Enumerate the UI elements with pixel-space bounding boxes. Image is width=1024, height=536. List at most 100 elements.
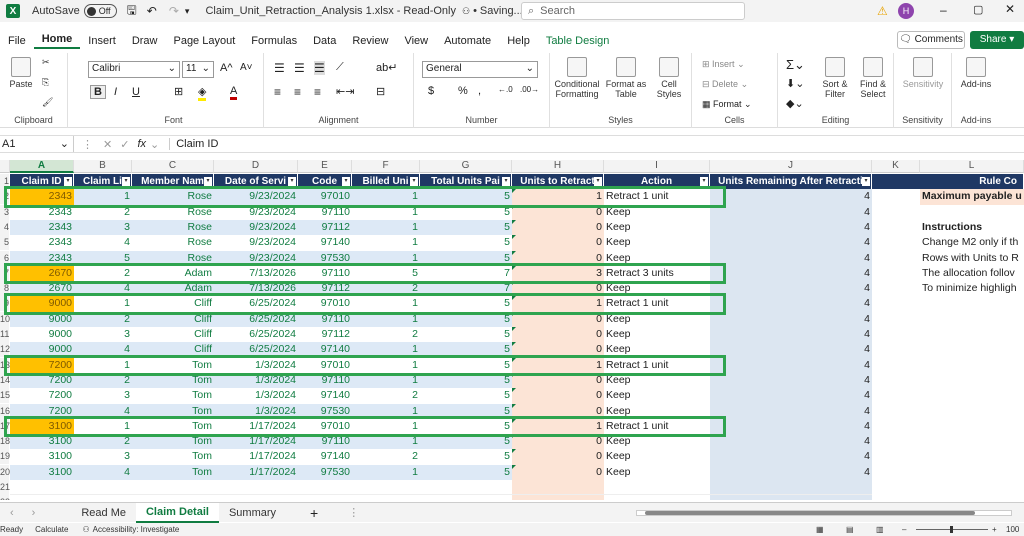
table-cell[interactable]: 4 — [710, 205, 872, 220]
table-cell[interactable]: Adam — [132, 266, 214, 281]
row-header[interactable]: 13 — [0, 357, 10, 373]
column-header-I[interactable]: I — [604, 160, 710, 173]
table-cell[interactable]: Adam — [132, 281, 214, 297]
table-cell[interactable]: Rose — [132, 219, 214, 236]
table-cell[interactable]: 5 — [420, 372, 512, 389]
table-cell[interactable]: 9/23/2024 — [214, 235, 298, 250]
percent-icon[interactable]: % — [458, 85, 468, 97]
avatar[interactable]: H — [898, 3, 914, 19]
table-cell[interactable]: 1 — [352, 403, 420, 419]
table-cell[interactable]: 5 — [420, 449, 512, 464]
table-cell[interactable]: 4 — [710, 189, 872, 204]
table-cell[interactable]: Tom — [132, 464, 214, 480]
table-cell[interactable]: Keep — [604, 449, 710, 464]
table-cell[interactable]: 9/23/2024 — [214, 250, 298, 266]
table-cell[interactable]: 6/25/2024 — [214, 311, 298, 327]
table-cell[interactable]: Retract 1 unit — [604, 419, 710, 434]
cell-styles-button[interactable]: Cell Styles — [650, 57, 688, 99]
column-header-A[interactable]: A — [10, 160, 74, 173]
row-header[interactable]: 22 — [0, 495, 10, 500]
align-left-icon[interactable]: ≡ — [274, 85, 281, 99]
table-cell[interactable]: 4 — [710, 327, 872, 342]
table-cell[interactable]: 0 — [512, 205, 604, 220]
table-cell[interactable]: 1 — [352, 189, 420, 205]
table-cell[interactable]: 2 — [74, 434, 132, 450]
table-cell[interactable]: 5 — [420, 205, 512, 220]
table-cell[interactable]: Tom — [132, 372, 214, 389]
table-cell[interactable]: 1 — [512, 419, 604, 434]
table-cell[interactable]: 1 — [74, 189, 132, 205]
table-cell[interactable]: 3100 — [10, 464, 74, 480]
borders-icon[interactable]: ⊞ — [174, 85, 183, 98]
column-header-K[interactable]: K — [872, 160, 920, 173]
table-cell[interactable]: 97140 — [298, 235, 352, 250]
align-center-icon[interactable]: ≡ — [294, 85, 301, 99]
filter-dropdown-icon[interactable]: ▾ — [64, 177, 72, 186]
table-cell[interactable]: 2 — [74, 372, 132, 389]
table-cell[interactable]: Retract 3 units — [604, 266, 710, 281]
table-cell[interactable]: 3 — [512, 266, 604, 281]
autosave-toggle[interactable]: Off — [83, 4, 117, 18]
warning-icon[interactable]: ⚠ — [877, 4, 888, 18]
worksheet-grid[interactable]: A B C D E F G H I J K L 1 2 3 4 5 6 7 8 9 10 11 12 13 14 15 16 17 18 1… — [0, 160, 1024, 500]
status-accessibility[interactable]: Accessibility: Investigate — [93, 525, 180, 534]
table-cell[interactable]: 7/13/2026 — [214, 266, 298, 281]
table-cell[interactable]: 1 — [74, 358, 132, 373]
table-cell[interactable]: 1 — [352, 434, 420, 450]
table-cell[interactable]: Rose — [132, 189, 214, 205]
table-cell[interactable]: 6/25/2024 — [214, 342, 298, 358]
fill-color-icon[interactable]: ◈ — [198, 85, 207, 101]
tab-insert[interactable]: Insert — [80, 35, 124, 47]
increase-decimal-icon[interactable]: ←.0 — [498, 85, 513, 94]
table-cell[interactable]: Cliff — [132, 296, 214, 311]
column-header-J[interactable]: J — [710, 160, 872, 173]
format-as-table-button[interactable]: Format as Table — [604, 57, 648, 99]
column-header-G[interactable]: G — [420, 160, 512, 173]
row-header[interactable]: 6 — [0, 250, 9, 266]
close-icon[interactable]: ✕ — [1005, 2, 1015, 16]
table-cell[interactable]: 7200 — [10, 403, 74, 419]
table-header-cell[interactable]: Action — [604, 174, 710, 190]
filter-dropdown-icon[interactable]: ▾ — [342, 177, 350, 186]
table-cell[interactable]: 1/3/2024 — [214, 403, 298, 419]
table-cell[interactable]: 4 — [710, 281, 872, 296]
add-sheet-icon[interactable]: + — [310, 505, 318, 521]
table-cell[interactable]: 5 — [420, 419, 512, 434]
table-cell[interactable]: 7/13/2026 — [214, 281, 298, 297]
table-cell[interactable]: Keep — [604, 327, 710, 342]
column-header-B[interactable]: B — [74, 160, 132, 173]
row-header[interactable]: 18 — [0, 434, 10, 450]
table-cell[interactable]: 5 — [420, 464, 512, 480]
sensitivity-button[interactable]: Sensitivity — [898, 57, 948, 89]
column-header-D[interactable]: D — [214, 160, 298, 173]
page-break-icon[interactable]: ▥ — [876, 525, 884, 534]
table-cell[interactable]: 97110 — [298, 266, 352, 281]
cancel-icon[interactable]: ✕ — [103, 138, 112, 151]
qat-more-icon[interactable]: ▾ — [185, 6, 190, 17]
row-header[interactable]: 14 — [0, 372, 10, 388]
table-cell[interactable]: 1 — [352, 358, 420, 373]
table-cell[interactable]: Cliff — [132, 327, 214, 342]
table-cell[interactable]: 97110 — [298, 205, 352, 220]
table-cell[interactable]: 0 — [512, 312, 604, 327]
table-cell[interactable]: 0 — [512, 342, 604, 357]
table-cell[interactable]: 9/23/2024 — [214, 219, 298, 236]
tab-view[interactable]: View — [396, 35, 436, 47]
table-cell[interactable]: Keep — [604, 235, 710, 250]
table-cell[interactable]: Tom — [132, 358, 214, 373]
table-cell[interactable]: 2343 — [10, 235, 74, 250]
table-cell[interactable]: 9000 — [10, 342, 74, 358]
table-cell[interactable]: 4 — [74, 464, 132, 480]
function-icon[interactable]: fx — [137, 138, 146, 150]
table-cell[interactable]: 5 — [420, 434, 512, 450]
table-cell[interactable]: 0 — [512, 449, 604, 464]
font-color-icon[interactable]: A — [230, 85, 238, 100]
table-cell[interactable]: 3 — [74, 388, 132, 403]
table-cell[interactable]: 1 — [352, 464, 420, 480]
table-cell[interactable]: 2343 — [10, 205, 74, 220]
row-header[interactable]: 11 — [0, 327, 9, 342]
table-cell[interactable]: 5 — [420, 388, 512, 403]
zoom-slider-thumb[interactable] — [950, 526, 953, 533]
undo-icon[interactable]: ↶ — [147, 4, 157, 18]
clear-icon[interactable]: ◆⌄ — [786, 97, 804, 110]
